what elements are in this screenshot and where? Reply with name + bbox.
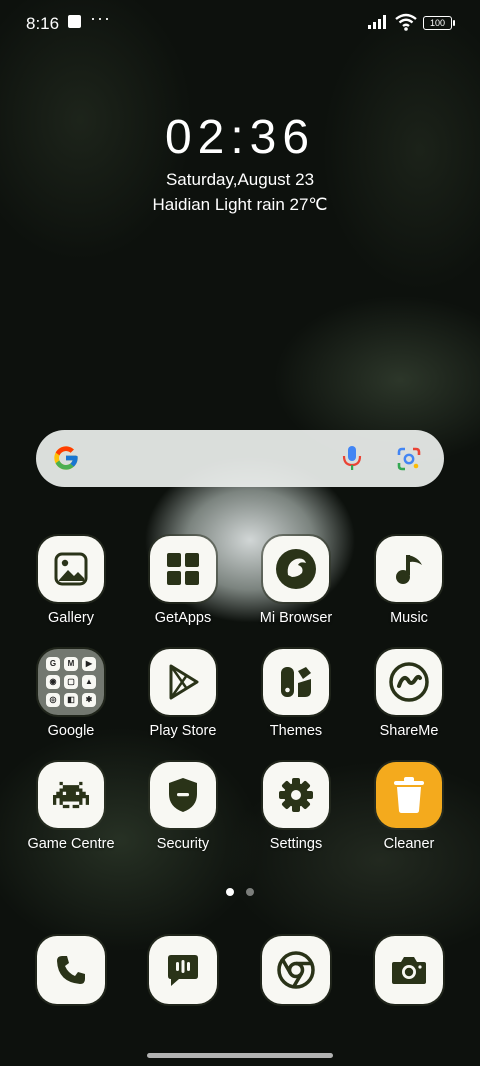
dock-camera[interactable] <box>353 936 465 1004</box>
signal-icon <box>368 15 386 29</box>
notification-square-icon <box>68 15 81 28</box>
app-label: Security <box>156 836 210 852</box>
app-label: Settings <box>269 836 323 852</box>
folder-app-mini: M <box>64 657 78 671</box>
folder-app-mini: ◎ <box>46 693 60 707</box>
gear-icon <box>263 762 329 828</box>
folder-app-mini: ▲ <box>82 675 96 689</box>
camera-icon <box>375 936 443 1004</box>
status-bar: 8:16 ··· 100 <box>0 0 480 46</box>
space-invader-icon <box>38 762 104 828</box>
home-gesture-bar[interactable] <box>147 1053 333 1058</box>
more-notifications-icon: ··· <box>90 8 111 28</box>
folder-app-mini: ▢ <box>64 675 78 689</box>
app-label: Gallery <box>48 610 94 626</box>
music-note-icon <box>376 536 442 602</box>
folder-app-mini: G <box>46 657 60 671</box>
trash-can-icon <box>376 762 442 828</box>
app-settings[interactable]: Settings <box>240 762 352 852</box>
dock-chrome[interactable] <box>240 936 352 1004</box>
folder-icon: G M ▶ ◉ ▢ ▲ ◎ ◧ ✱ <box>38 649 104 715</box>
app-gallery[interactable]: Gallery <box>15 536 127 626</box>
app-themes[interactable]: Themes <box>240 649 352 739</box>
battery-icon: 100 <box>423 16 455 30</box>
folder-google[interactable]: G M ▶ ◉ ▢ ▲ ◎ ◧ ✱ Google <box>15 649 127 739</box>
microphone-icon[interactable] <box>342 444 362 472</box>
app-mi-browser[interactable]: Mi Browser <box>240 536 352 626</box>
themes-icon <box>263 649 329 715</box>
app-label: GetApps <box>154 610 212 626</box>
google-lens-icon[interactable] <box>396 446 422 472</box>
page-indicator <box>0 883 480 901</box>
message-icon <box>149 936 217 1004</box>
app-label: Play Store <box>149 723 217 739</box>
app-label: Mi Browser <box>259 610 333 626</box>
app-cleaner[interactable]: Cleaner <box>353 762 465 852</box>
app-shareme[interactable]: ShareMe <box>353 649 465 739</box>
weather-text[interactable]: Haidian Light rain 27℃ <box>0 195 480 215</box>
status-time: 8:16 <box>26 14 60 33</box>
app-play-store[interactable]: Play Store <box>127 649 239 739</box>
shareme-icon <box>376 649 442 715</box>
app-label: Themes <box>269 723 323 739</box>
shield-icon <box>150 762 216 828</box>
clock-widget-date: Saturday,August 23 <box>165 170 315 189</box>
google-g-icon <box>54 446 78 470</box>
app-label: ShareMe <box>379 723 439 739</box>
folder-app-mini: ▶ <box>82 657 96 671</box>
app-label: Game Centre <box>27 836 115 852</box>
app-label: Google <box>47 723 95 739</box>
app-label: Cleaner <box>383 836 435 852</box>
dock-phone[interactable] <box>15 936 127 1004</box>
play-triangle-icon <box>150 649 216 715</box>
clock-widget-time[interactable]: 02:36 <box>0 110 480 165</box>
app-getapps[interactable]: GetApps <box>127 536 239 626</box>
grid-icon <box>150 536 216 602</box>
image-icon <box>38 536 104 602</box>
browser-icon <box>263 536 329 602</box>
app-game-centre[interactable]: Game Centre <box>15 762 127 852</box>
app-security[interactable]: Security <box>127 762 239 852</box>
phone-icon <box>37 936 105 1004</box>
app-label: Music <box>390 610 428 626</box>
page-dot-active[interactable] <box>226 888 234 896</box>
page-dot[interactable] <box>246 888 254 896</box>
chrome-icon <box>262 936 330 1004</box>
folder-app-mini: ✱ <box>82 693 96 707</box>
dock-messages[interactable] <box>127 936 239 1004</box>
google-search-bar[interactable] <box>36 430 444 487</box>
wifi-icon <box>395 13 417 31</box>
folder-app-mini: ◉ <box>46 675 60 689</box>
app-music[interactable]: Music <box>353 536 465 626</box>
folder-app-mini: ◧ <box>64 693 78 707</box>
